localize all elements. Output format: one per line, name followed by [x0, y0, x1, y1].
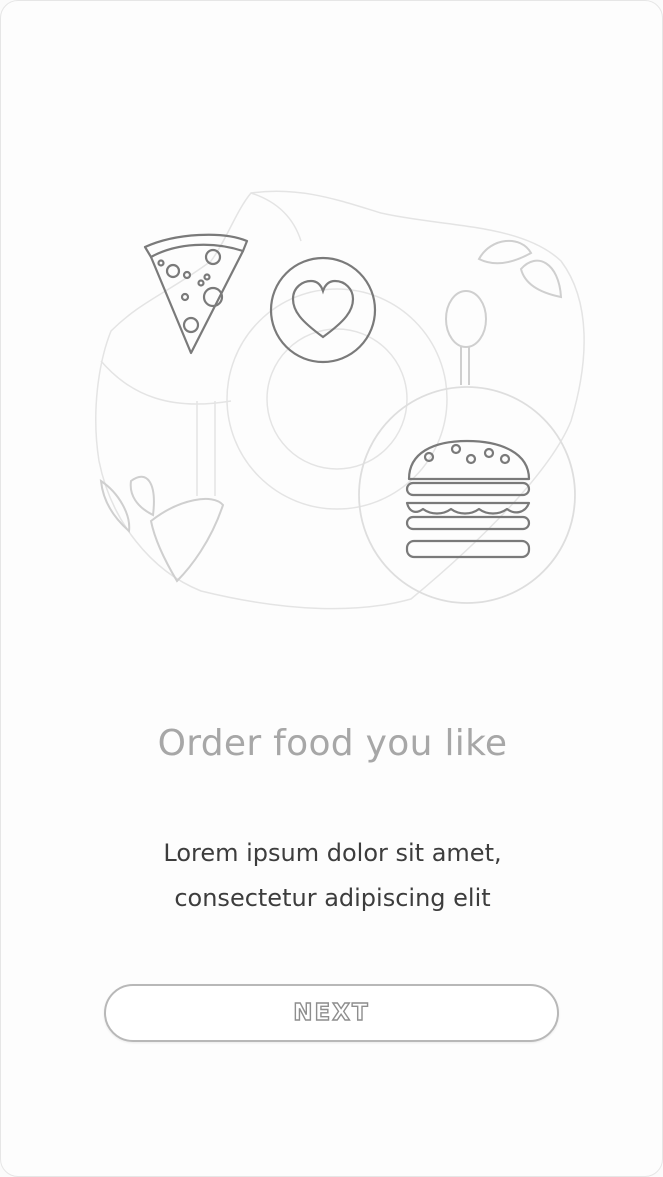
- next-button[interactable]: NEXT: [104, 984, 559, 1042]
- onboarding-description: Lorem ipsum dolor sit amet, consectetur …: [1, 831, 662, 921]
- onboarding-title: Order food you like: [157, 723, 508, 764]
- description-line-2: consectetur adipiscing elit: [174, 884, 491, 912]
- spoon-icon: [445, 290, 487, 385]
- onboarding-screen: Order food you like Lorem ipsum dolor si…: [0, 0, 663, 1177]
- food-illustration: [95, 190, 585, 610]
- background-blob: [95, 190, 585, 610]
- heart-icon: [269, 256, 377, 364]
- description-line-1: Lorem ipsum dolor sit amet,: [163, 839, 502, 867]
- leaf-icon: [99, 475, 225, 583]
- leaf-icon: [477, 239, 563, 299]
- next-button-label: NEXT: [293, 999, 370, 1026]
